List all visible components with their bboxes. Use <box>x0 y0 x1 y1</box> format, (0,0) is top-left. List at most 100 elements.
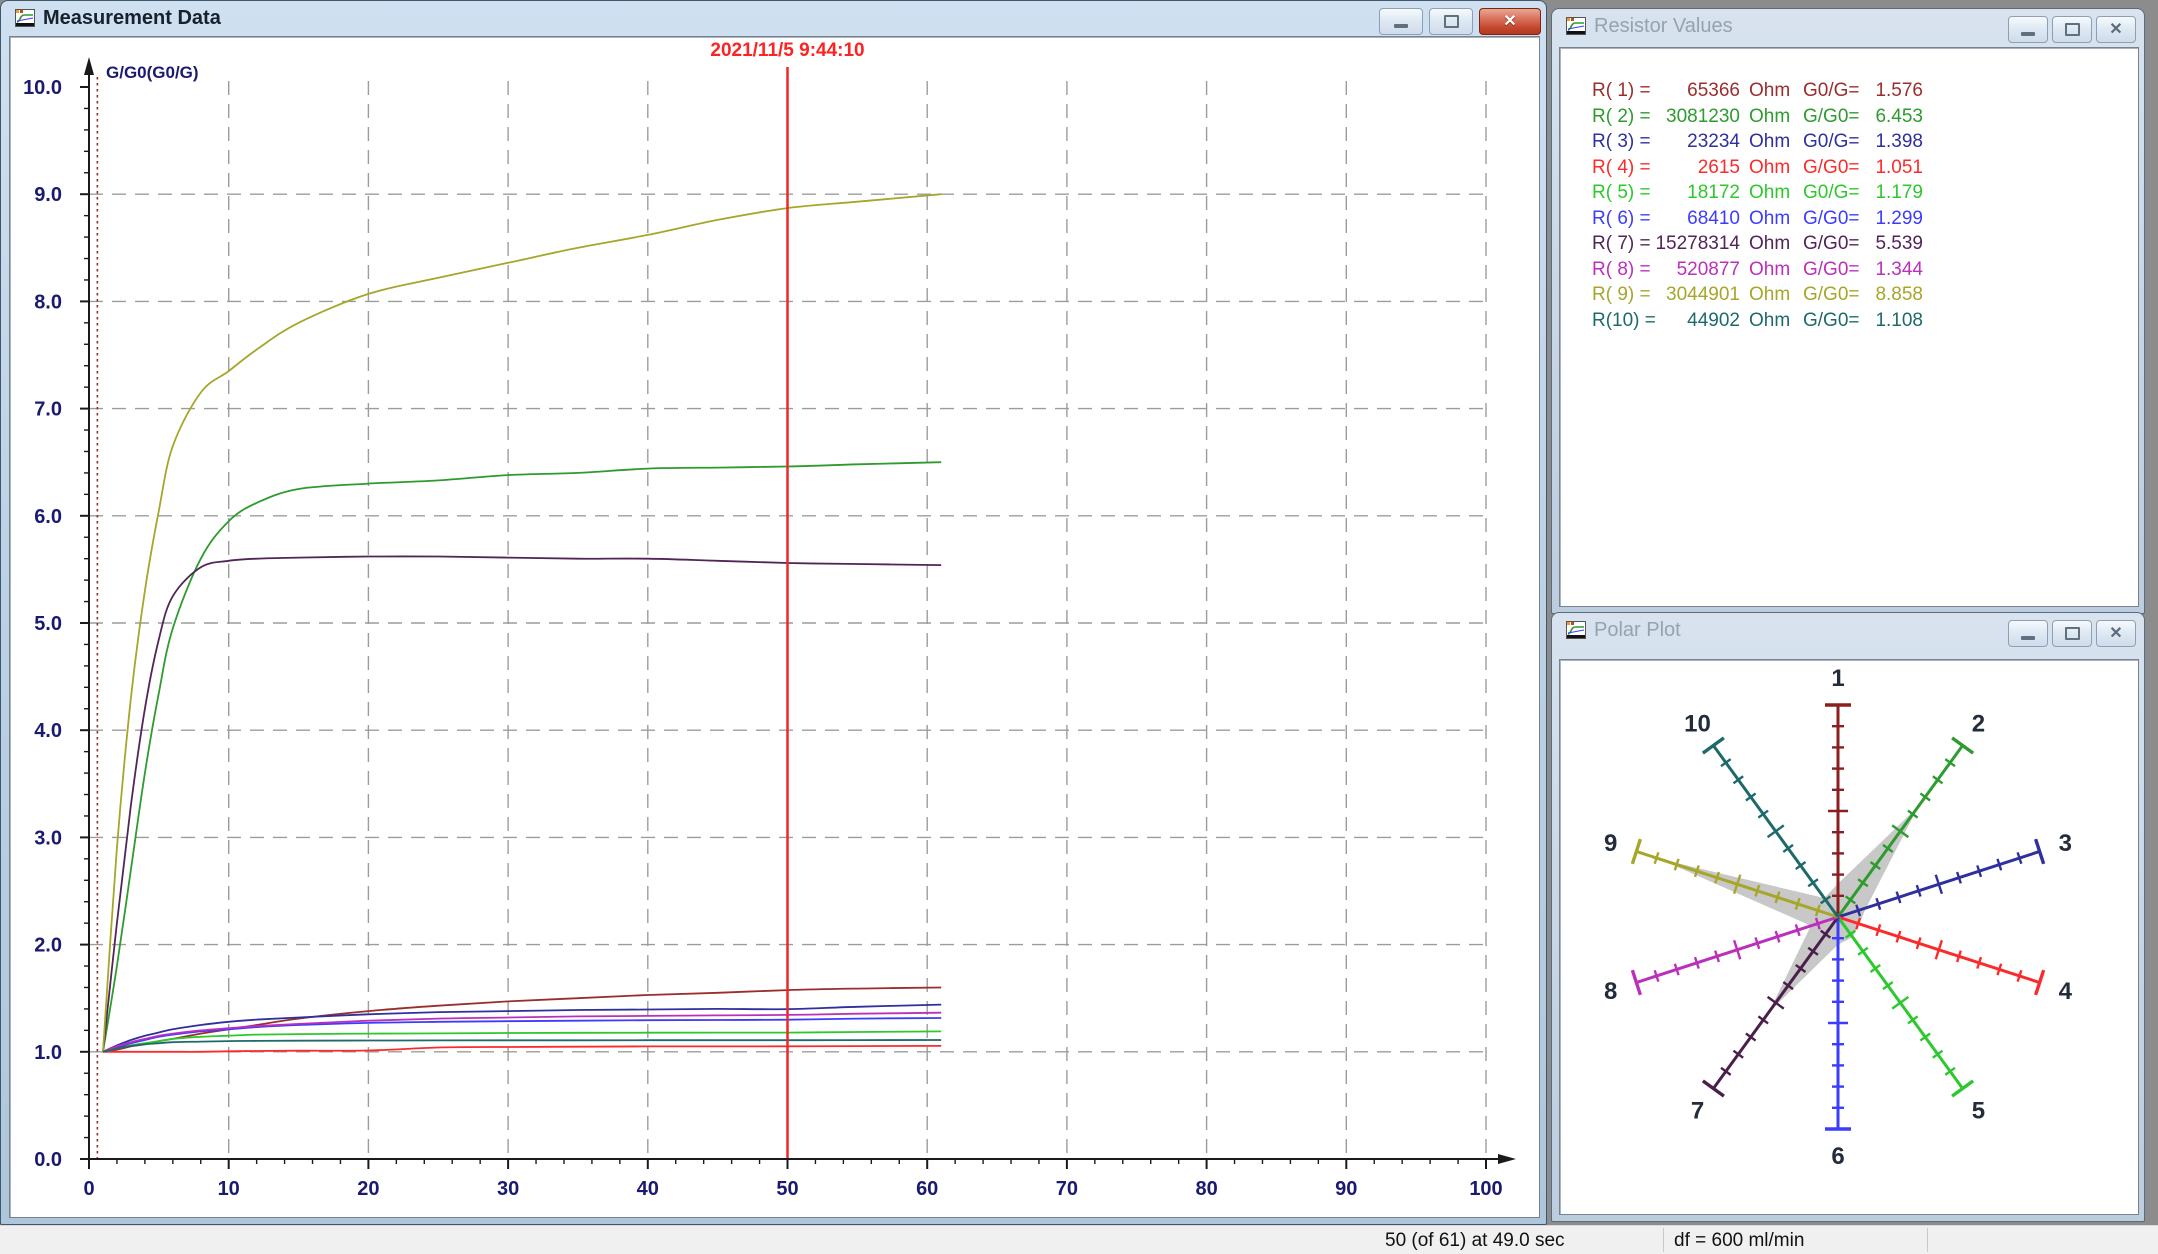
svg-text:10: 10 <box>218 1178 240 1200</box>
resistor-unit: Ohm <box>1749 131 1790 153</box>
svg-text:6.0: 6.0 <box>34 506 62 528</box>
application-root: Measurement Data ✕ 0.01.02.03.04.05.06.0… <box>0 0 2158 1254</box>
resistor-ratio-label: G/G0= <box>1803 157 1860 179</box>
svg-text:30: 30 <box>497 1178 519 1200</box>
resistor-ratio-value: 1.344 <box>1865 259 1923 281</box>
resistor-ratio-label: G/G0= <box>1803 106 1860 128</box>
svg-text:2: 2 <box>1972 711 1985 738</box>
svg-text:10: 10 <box>1684 711 1711 738</box>
status-divider <box>1927 1228 1928 1252</box>
resistor-row: R( 7) =15278314OhmG/G0=5.539 <box>1560 233 2138 258</box>
polar-content: 12345678910 <box>1559 659 2139 1215</box>
minimize-button[interactable] <box>1379 8 1423 35</box>
svg-text:7.0: 7.0 <box>34 399 62 421</box>
resistor-ohm-value: 18172 <box>1640 182 1740 204</box>
svg-text:1.0: 1.0 <box>34 1042 62 1064</box>
minimize-button[interactable] <box>2008 620 2048 647</box>
window-title: Measurement Data <box>43 7 221 30</box>
svg-text:7: 7 <box>1691 1097 1704 1124</box>
restore-button[interactable] <box>2052 620 2092 647</box>
measurement-chart[interactable]: 0.01.02.03.04.05.06.07.08.09.010.0010203… <box>10 37 1539 1217</box>
resistor-unit: Ohm <box>1749 106 1790 128</box>
resistor-row: R( 9) =3044901OhmG/G0=8.858 <box>1560 284 2138 309</box>
resistor-ratio-value: 6.453 <box>1865 106 1923 128</box>
resistor-ratio-value: 5.539 <box>1865 233 1923 255</box>
measurement-content: 0.01.02.03.04.05.06.07.08.09.010.0010203… <box>9 36 1540 1218</box>
resistor-ratio-label: G0/G= <box>1803 131 1860 153</box>
status-divider <box>1663 1228 1664 1252</box>
resistor-ratio-label: G0/G= <box>1803 182 1860 204</box>
svg-text:4.0: 4.0 <box>34 720 62 742</box>
resistor-row: R(10) =44902OhmG/G0=1.108 <box>1560 310 2138 335</box>
minimize-button[interactable] <box>2008 16 2048 43</box>
restore-button[interactable] <box>2052 16 2092 43</box>
minimize-icon <box>2021 32 2035 36</box>
resistor-unit: Ohm <box>1749 80 1790 102</box>
resistor-ohm-value: 23234 <box>1640 131 1740 153</box>
resistor-values-window: Resistor Values ✕ R( 1) =65366OhmG0/G=1.… <box>1551 8 2145 614</box>
resistor-ratio-value: 1.576 <box>1865 80 1923 102</box>
restore-icon <box>2065 627 2080 640</box>
polar-axis-2: 2 <box>1838 711 1985 917</box>
resistor-list: R( 1) =65366OhmG0/G=1.576R( 2) =3081230O… <box>1559 47 2139 607</box>
app-icon <box>1566 621 1586 639</box>
resistor-ratio-value: 1.108 <box>1865 310 1923 332</box>
status-flow: df = 600 ml/min <box>1674 1230 1804 1252</box>
close-button[interactable]: ✕ <box>1479 8 1541 35</box>
status-position: 50 (of 61) at 49.0 sec <box>1385 1230 1565 1252</box>
resistor-ratio-value: 1.398 <box>1865 131 1923 153</box>
polar-axis-7: 7 <box>1691 917 1838 1124</box>
resistor-row: R( 6) =68410OhmG/G0=1.299 <box>1560 208 2138 233</box>
svg-text:90: 90 <box>1335 1178 1357 1200</box>
resistor-row: R( 1) =65366OhmG0/G=1.576 <box>1560 80 2138 105</box>
resistor-row: R( 4) =2615OhmG/G0=1.051 <box>1560 157 2138 182</box>
close-icon: ✕ <box>2109 22 2122 38</box>
close-icon: ✕ <box>2109 626 2122 642</box>
resistor-row: R( 3) =23234OhmG0/G=1.398 <box>1560 131 2138 156</box>
resistor-ohm-value: 520877 <box>1640 259 1740 281</box>
svg-text:0: 0 <box>83 1178 94 1200</box>
close-button[interactable]: ✕ <box>2096 16 2136 43</box>
window-title: Polar Plot <box>1594 619 1681 642</box>
svg-text:100: 100 <box>1469 1178 1502 1200</box>
resistor-unit: Ohm <box>1749 284 1790 306</box>
resistor-ratio-value: 1.179 <box>1865 182 1923 204</box>
restore-icon <box>2065 23 2080 36</box>
axes <box>80 57 1516 1169</box>
resistor-ratio-value: 8.858 <box>1865 284 1923 306</box>
y-axis-title: G/G0(G0/G) <box>106 63 199 82</box>
svg-text:3: 3 <box>2059 830 2072 857</box>
restore-icon <box>1444 15 1459 28</box>
timestamp-label: 2021/11/5 9:44:10 <box>710 40 864 61</box>
svg-text:6: 6 <box>1831 1143 1844 1170</box>
resistor-unit: Ohm <box>1749 259 1790 281</box>
polar-axis-4: 4 <box>1838 917 2073 1005</box>
minimize-icon <box>1394 24 1408 28</box>
resistor-ratio-value: 1.051 <box>1865 157 1923 179</box>
close-icon: ✕ <box>1503 14 1516 30</box>
resistor-ohm-value: 44902 <box>1640 310 1740 332</box>
resistor-ratio-label: G0/G= <box>1803 80 1860 102</box>
resistor-ratio-label: G/G0= <box>1803 208 1860 230</box>
minimize-icon <box>2021 636 2035 640</box>
svg-text:9.0: 9.0 <box>34 184 62 206</box>
svg-text:40: 40 <box>637 1178 659 1200</box>
close-button[interactable]: ✕ <box>2096 620 2136 647</box>
svg-text:4: 4 <box>2059 978 2073 1005</box>
resistor-unit: Ohm <box>1749 233 1790 255</box>
app-icon <box>1566 17 1586 35</box>
resistor-ohm-value: 15278314 <box>1640 233 1740 255</box>
measurement-title-bar[interactable]: Measurement Data <box>1 1 1546 35</box>
app-icon <box>15 9 35 27</box>
svg-text:50: 50 <box>776 1178 798 1200</box>
svg-text:9: 9 <box>1604 830 1617 857</box>
resistor-row: R( 2) =3081230OhmG/G0=6.453 <box>1560 106 2138 131</box>
resistor-unit: Ohm <box>1749 182 1790 204</box>
svg-text:5: 5 <box>1972 1097 1985 1124</box>
svg-text:8: 8 <box>1604 978 1617 1005</box>
measurement-window: Measurement Data ✕ 0.01.02.03.04.05.06.0… <box>0 0 1547 1225</box>
svg-text:3.0: 3.0 <box>34 827 62 849</box>
restore-button[interactable] <box>1429 8 1473 35</box>
resistor-ohm-value: 68410 <box>1640 208 1740 230</box>
resistor-unit: Ohm <box>1749 157 1790 179</box>
